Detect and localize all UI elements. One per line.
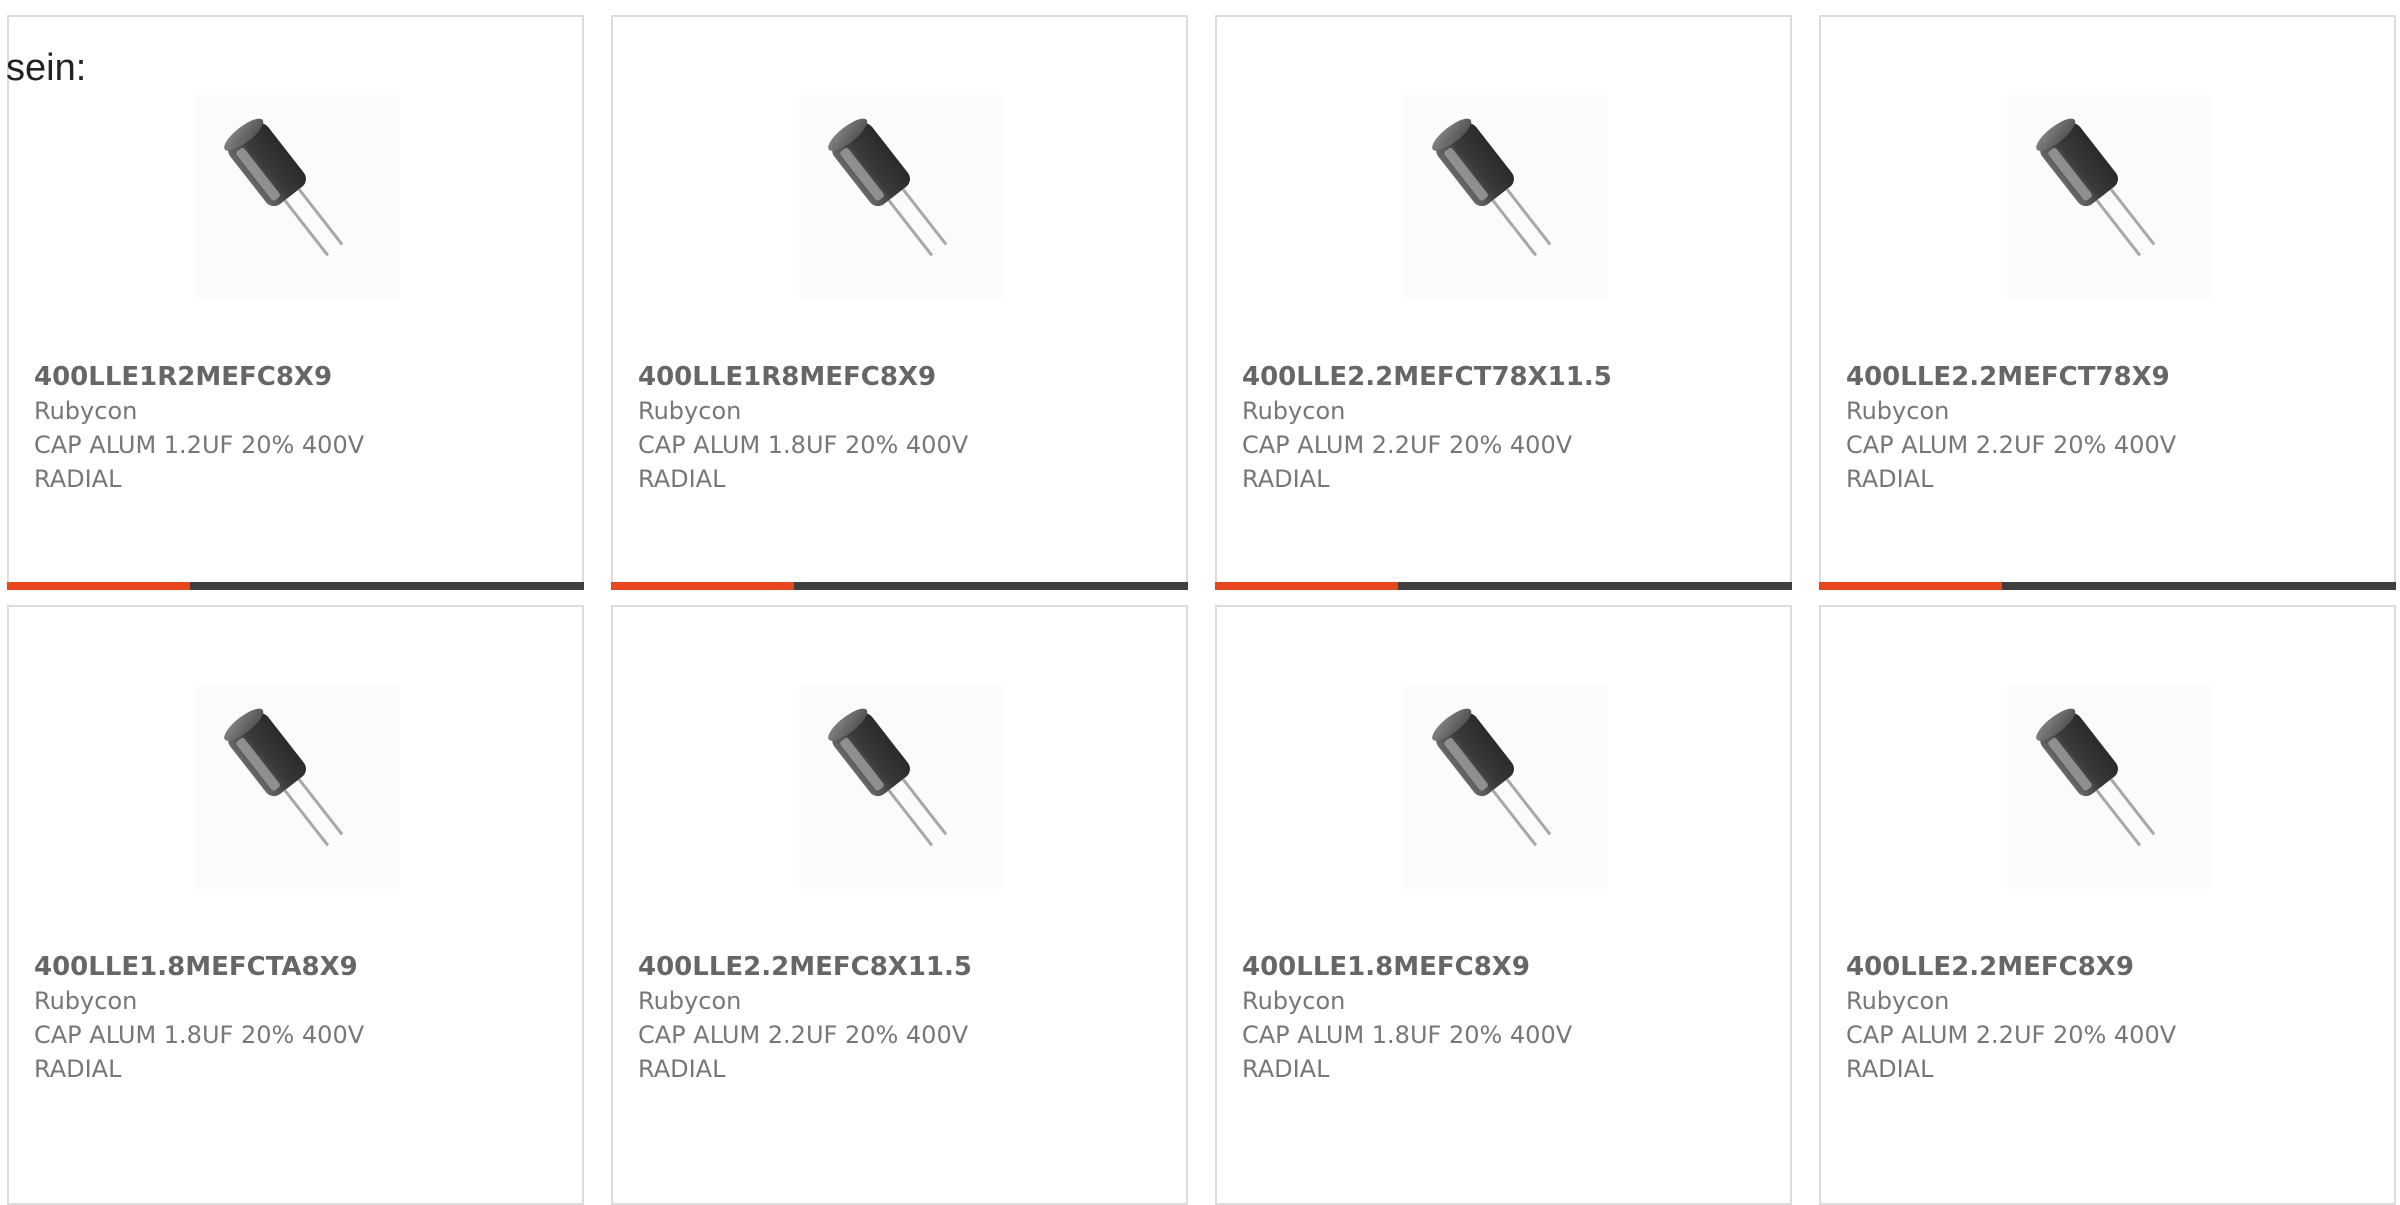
product-description: CAP ALUM 1.8UF 20% 400V RADIAL (638, 431, 969, 493)
part-number-link[interactable]: 400LLE1.8MEFCTA8X9 (34, 950, 358, 984)
capacitor-image[interactable] (1403, 95, 1607, 299)
part-number-link[interactable]: 400LLE2.2MEFCT78X9 (1846, 360, 2170, 394)
part-number-link[interactable]: 400LLE1R2MEFC8X9 (34, 360, 332, 394)
manufacturer-name: Rubycon (34, 987, 138, 1015)
part-number-link[interactable]: 400LLE2.2MEFC8X9 (1846, 950, 2134, 984)
manufacturer-name: Rubycon (638, 987, 742, 1015)
product-description: CAP ALUM 2.2UF 20% 400V RADIAL (1242, 431, 1573, 493)
prefix-text: sein: (6, 47, 87, 89)
part-number-link[interactable]: 400LLE2.2MEFC8X11.5 (638, 950, 972, 984)
part-number-link[interactable]: 400LLE1.8MEFC8X9 (1242, 950, 1530, 984)
capacitor-image[interactable] (195, 95, 399, 299)
manufacturer-name: Rubycon (1242, 397, 1346, 425)
product-card[interactable]: 400LLE1R8MEFC8X9 Rubycon CAP ALUM 1.8UF … (611, 15, 1188, 590)
capacitor-image[interactable] (1403, 685, 1607, 889)
card-underbar-accent (611, 582, 794, 590)
product-description: CAP ALUM 2.2UF 20% 400V RADIAL (638, 1021, 969, 1083)
card-underbar (1215, 582, 1792, 590)
card-underbar-accent (1215, 582, 1398, 590)
capacitor-image[interactable] (2007, 685, 2211, 889)
product-card[interactable]: 400LLE1.8MEFCTA8X9 Rubycon CAP ALUM 1.8U… (7, 605, 584, 1205)
product-description: CAP ALUM 1.8UF 20% 400V RADIAL (34, 1021, 365, 1083)
manufacturer-name: Rubycon (1242, 987, 1346, 1015)
product-description: CAP ALUM 2.2UF 20% 400V RADIAL (1846, 431, 2177, 493)
product-card[interactable]: 400LLE1.8MEFC8X9 Rubycon CAP ALUM 1.8UF … (1215, 605, 1792, 1205)
product-row-2: 400LLE1.8MEFCTA8X9 Rubycon CAP ALUM 1.8U… (0, 590, 2400, 1205)
capacitor-image[interactable] (2007, 95, 2211, 299)
product-card[interactable]: 400LLE2.2MEFCT78X11.5 Rubycon CAP ALUM 2… (1215, 15, 1792, 590)
product-description: CAP ALUM 1.2UF 20% 400V RADIAL (34, 431, 365, 493)
product-card[interactable]: 400LLE2.2MEFC8X9 Rubycon CAP ALUM 2.2UF … (1819, 605, 2396, 1205)
capacitor-image[interactable] (799, 95, 1003, 299)
product-row-1: 400LLE1R2MEFC8X9 Rubycon CAP ALUM 1.2UF … (0, 0, 2400, 590)
product-card[interactable]: 400LLE2.2MEFC8X11.5 Rubycon CAP ALUM 2.2… (611, 605, 1188, 1205)
product-description: CAP ALUM 1.8UF 20% 400V RADIAL (1242, 1021, 1573, 1083)
card-underbar-accent (1819, 582, 2002, 590)
card-underbar (611, 582, 1188, 590)
product-description: CAP ALUM 2.2UF 20% 400V RADIAL (1846, 1021, 2177, 1083)
product-card[interactable]: 400LLE1R2MEFC8X9 Rubycon CAP ALUM 1.2UF … (7, 15, 584, 590)
card-underbar (1819, 582, 2396, 590)
card-underbar (7, 582, 584, 590)
product-card[interactable]: 400LLE2.2MEFCT78X9 Rubycon CAP ALUM 2.2U… (1819, 15, 2396, 590)
part-number-link[interactable]: 400LLE1R8MEFC8X9 (638, 360, 936, 394)
capacitor-image[interactable] (195, 685, 399, 889)
manufacturer-name: Rubycon (1846, 987, 1950, 1015)
manufacturer-name: Rubycon (638, 397, 742, 425)
part-number-link[interactable]: 400LLE2.2MEFCT78X11.5 (1242, 360, 1612, 394)
card-underbar-accent (7, 582, 190, 590)
capacitor-image[interactable] (799, 685, 1003, 889)
manufacturer-name: Rubycon (1846, 397, 1950, 425)
manufacturer-name: Rubycon (34, 397, 138, 425)
